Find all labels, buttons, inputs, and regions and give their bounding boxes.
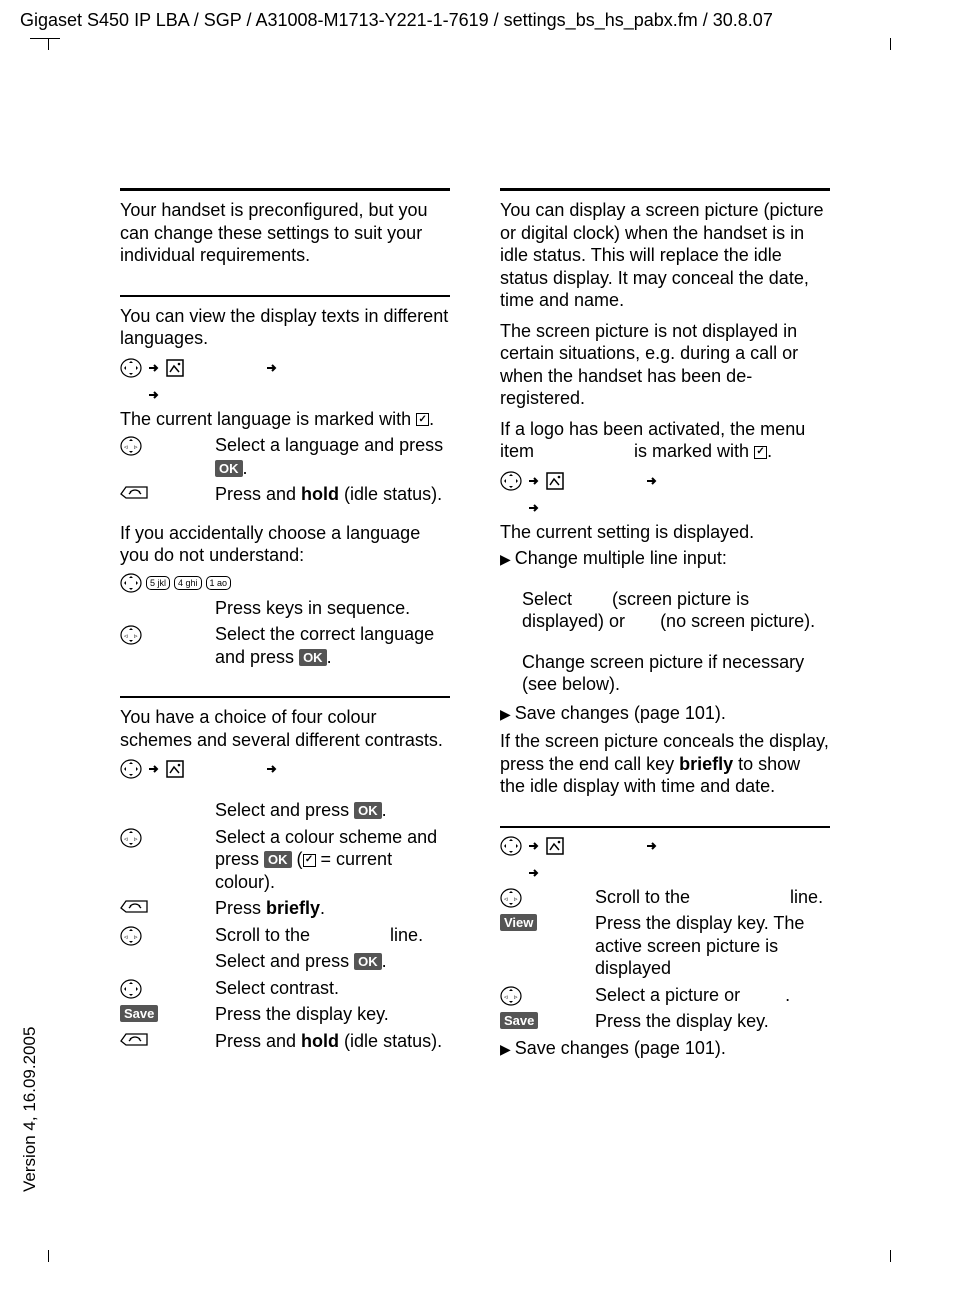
- nav-key-icon: [120, 436, 142, 456]
- divider: [120, 295, 450, 297]
- instruction-row: Press and hold (idle status).: [120, 483, 450, 506]
- nav-sequence: [500, 471, 830, 513]
- ok-key: OK: [215, 460, 243, 477]
- instruction-row: Scroll to the line.: [500, 886, 830, 909]
- nav-sequence: [120, 759, 450, 779]
- instruction-row: 5 jkl 4 ghi 1 ao: [120, 571, 450, 593]
- screen-pic-p1: You can display a screen picture (pictur…: [500, 199, 830, 312]
- ok-key: OK: [299, 649, 327, 666]
- nav-key-icon: [500, 836, 522, 856]
- ok-key: OK: [354, 953, 382, 970]
- save-changes-2: ▶Save changes (page 101).: [500, 1037, 830, 1060]
- arrow-icon: [646, 476, 658, 486]
- key-5: 5 jkl: [146, 576, 170, 590]
- instruction-row: View Press the display key. The active s…: [500, 912, 830, 980]
- instruction-row: Select a picture or .: [500, 984, 830, 1007]
- check-icon: ✓: [416, 413, 429, 426]
- screen-pic-p2: The screen picture is not displayed in c…: [500, 320, 830, 410]
- arrow-icon: [646, 841, 658, 851]
- instruction-row: Select a language and press OK.: [120, 434, 450, 479]
- instruction-row: Select and press OK.: [120, 950, 450, 973]
- check-icon: ✓: [754, 446, 767, 459]
- arrow-icon: [148, 390, 160, 400]
- screen-pic-p3: If a logo has been activated, the menu i…: [500, 418, 830, 463]
- nav-key-icon: [120, 828, 142, 848]
- instruction-row: Save Press the display key.: [120, 1003, 450, 1026]
- current-setting: The current setting is displayed.: [500, 521, 830, 544]
- key-1: 1 ao: [206, 576, 232, 590]
- version-label: Version 4, 16.09.2005: [20, 1027, 40, 1192]
- instruction-row: Select a colour scheme and press OK (✓ =…: [120, 826, 450, 894]
- end-call-key-icon: [120, 485, 148, 500]
- display-intro: You have a choice of four colour schemes…: [120, 706, 450, 751]
- arrow-icon: [528, 476, 540, 486]
- arrow-icon: [528, 503, 540, 513]
- doc-header: Gigaset S450 IP LBA / SGP / A31008-M1713…: [0, 0, 954, 33]
- crop-mark: [30, 38, 50, 39]
- nav-key-icon: [120, 926, 142, 946]
- arrow-icon: [528, 841, 540, 851]
- nav-key-icon: [120, 979, 142, 999]
- nav-sequence: [500, 836, 830, 878]
- change-pic: Change screen picture if necessary (see …: [522, 651, 830, 696]
- divider: [120, 696, 450, 698]
- menu-icon: [546, 837, 564, 855]
- instruction-row: Press keys in sequence.: [120, 597, 450, 620]
- ok-key: OK: [354, 802, 382, 819]
- save-displaykey: Save: [120, 1005, 158, 1022]
- change-line: ▶Change multiple line input:: [500, 547, 830, 570]
- lang-intro: You can view the display texts in differ…: [120, 305, 450, 350]
- crop-mark: [890, 1250, 891, 1262]
- arrow-icon: [148, 363, 160, 373]
- end-call-key-icon: [120, 899, 148, 914]
- instruction-row: Save Press the display key.: [500, 1010, 830, 1033]
- select-option: Select (screen picture is displayed) or …: [522, 588, 830, 633]
- arrow-icon: [528, 868, 540, 878]
- instruction-row: Press briefly.: [120, 897, 450, 920]
- view-displaykey: View: [500, 914, 537, 931]
- conceal-note: If the screen picture conceals the displ…: [500, 730, 830, 798]
- right-column: You can display a screen picture (pictur…: [500, 183, 830, 1063]
- nav-key-icon: [500, 888, 522, 908]
- crop-mark: [48, 38, 60, 50]
- nav-sequence: [120, 358, 450, 400]
- menu-icon: [166, 359, 184, 377]
- menu-icon: [166, 760, 184, 778]
- save-displaykey: Save: [500, 1012, 538, 1029]
- nav-key-icon: [120, 625, 142, 645]
- intro-text: Your handset is preconfigured, but you c…: [120, 199, 450, 267]
- instruction-row: Scroll to the line.: [120, 924, 450, 947]
- save-changes: ▶Save changes (page 101).: [500, 702, 830, 725]
- key-4: 4 ghi: [174, 576, 202, 590]
- instruction-row: Select contrast.: [120, 977, 450, 1000]
- divider: [120, 188, 450, 191]
- instruction-row: Select the correct language and press OK…: [120, 623, 450, 668]
- arrow-icon: [266, 363, 278, 373]
- divider: [500, 188, 830, 191]
- left-column: Your handset is preconfigured, but you c…: [120, 183, 450, 1063]
- nav-key-icon: [500, 986, 522, 1006]
- instruction-row: Press and hold (idle status).: [120, 1030, 450, 1053]
- ok-key: OK: [264, 851, 292, 868]
- current-lang: The current language is marked with ✓.: [120, 408, 450, 431]
- end-call-key-icon: [120, 1032, 148, 1047]
- accidental-lang: If you accidentally choose a language yo…: [120, 522, 450, 567]
- arrow-icon: [148, 764, 160, 774]
- nav-key-icon: [500, 471, 522, 491]
- nav-key-icon: [120, 573, 142, 593]
- instruction-row: Select and press OK.: [120, 799, 450, 822]
- check-icon: ✓: [303, 854, 316, 867]
- crop-mark: [48, 1250, 49, 1262]
- divider: [500, 826, 830, 828]
- arrow-icon: [266, 764, 278, 774]
- nav-key-icon: [120, 759, 142, 779]
- crop-mark: [890, 38, 891, 50]
- menu-icon: [546, 472, 564, 490]
- nav-key-icon: [120, 358, 142, 378]
